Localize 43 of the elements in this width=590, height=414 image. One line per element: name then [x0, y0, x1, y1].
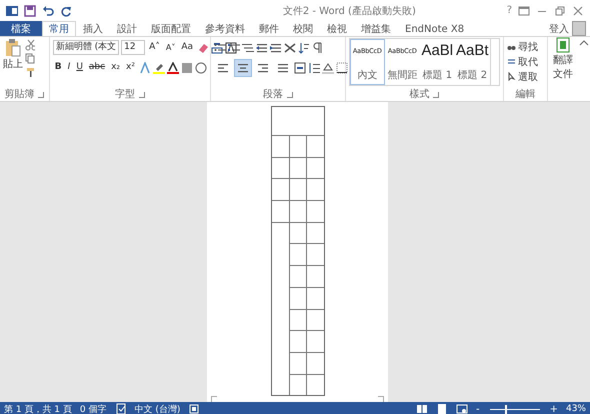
- status-text[interactable]: 0 個字: [80, 402, 106, 414]
- help-button[interactable]: ?: [506, 5, 512, 16]
- grow-font-button[interactable]: A˄: [147, 41, 162, 54]
- format-button[interactable]: x₂: [109, 61, 122, 74]
- ribbon-tab[interactable]: 校閱: [286, 21, 320, 36]
- sign-in-link[interactable]: 登入: [549, 22, 569, 36]
- style-gallery-item[interactable]: AaBl 標題 1: [420, 39, 455, 85]
- ribbon-tab[interactable]: 插入: [76, 21, 110, 36]
- status-text[interactable]: 第 1 頁，共 1 頁: [4, 402, 72, 414]
- editing-button[interactable]: 尋找: [506, 39, 538, 54]
- zoom-in-button[interactable]: +: [550, 404, 558, 414]
- format-button[interactable]: U: [74, 61, 85, 74]
- ribbon-tab[interactable]: 版面配置: [144, 21, 198, 36]
- zoom-out-button[interactable]: -: [476, 404, 480, 414]
- format-button[interactable]: B: [52, 61, 64, 74]
- font-size-field[interactable]: 12: [121, 40, 146, 55]
- ribbon-tab[interactable]: 設計: [110, 21, 144, 36]
- format-button[interactable]: I: [66, 61, 72, 74]
- group-label: 字型: [114, 89, 135, 101]
- ribbon-tab[interactable]: 常用: [42, 21, 76, 36]
- group-label: 編輯: [515, 89, 536, 101]
- zoom-level[interactable]: 43%: [566, 404, 586, 414]
- font-name-field[interactable]: 新細明體 (本文: [52, 40, 120, 55]
- group-label: 段落: [262, 89, 283, 101]
- style-gallery-item[interactable]: AaBt 標題 2: [454, 39, 490, 85]
- translate-document-button[interactable]: 翻譯 文件: [551, 37, 575, 81]
- editing-button[interactable]: 取代: [506, 54, 538, 69]
- ribbon-tab[interactable]: EndNote X8: [398, 21, 472, 36]
- ribbon-tab[interactable]: 郵件: [252, 21, 286, 36]
- ribbon-tab[interactable]: 增益集: [354, 21, 398, 36]
- group-label: 剪貼簿: [4, 89, 34, 101]
- change-case-button[interactable]: Aa: [179, 41, 195, 54]
- format-button[interactable]: x²: [124, 61, 137, 74]
- ribbon-tab[interactable]: 參考資料: [198, 21, 252, 36]
- editing-button[interactable]: 選取: [506, 69, 538, 84]
- shrink-font-button[interactable]: A˅: [164, 41, 178, 54]
- ribbon-tab[interactable]: 檢視: [320, 21, 354, 36]
- paste-button[interactable]: 貼上: [3, 39, 23, 89]
- format-button[interactable]: abc: [86, 61, 108, 74]
- ribbon-tab[interactable]: 檔案: [0, 21, 42, 36]
- window-title: 文件2 - Word (產品啟動失敗): [282, 4, 417, 18]
- group-label: 樣式: [409, 89, 430, 101]
- status-text[interactable]: 中文 (台灣): [134, 402, 180, 414]
